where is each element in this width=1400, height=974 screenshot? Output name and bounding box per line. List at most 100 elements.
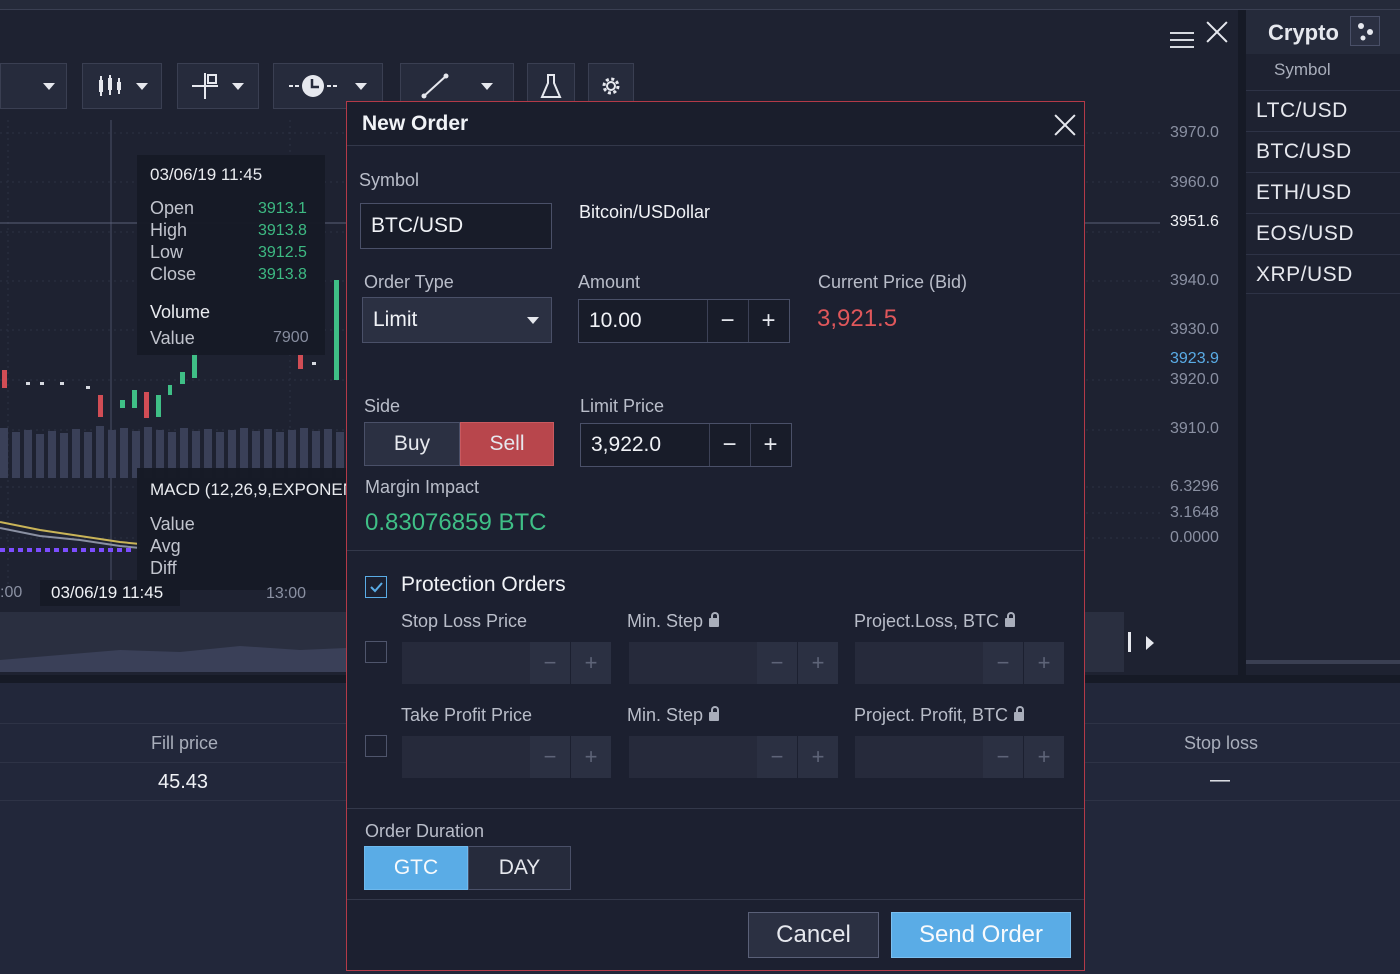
order-type-select[interactable]: Limit bbox=[362, 297, 552, 343]
lock-icon bbox=[1014, 706, 1025, 721]
candles-icon bbox=[99, 75, 121, 96]
macd-value-label: Value bbox=[150, 514, 195, 534]
amount-increment-button[interactable]: + bbox=[748, 300, 788, 342]
chevron-down-icon bbox=[136, 82, 148, 90]
time-cursor-label: 03/06/19 11:45 bbox=[51, 583, 164, 602]
chart-type-dropdown[interactable] bbox=[0, 63, 67, 109]
gear-icon bbox=[602, 77, 620, 95]
sell-button[interactable]: Sell bbox=[460, 422, 554, 466]
crosshair-price: 3951.6 bbox=[1170, 213, 1219, 230]
volume-label: Volume bbox=[150, 302, 211, 322]
close-icon[interactable] bbox=[1053, 113, 1077, 137]
project-profit-input bbox=[855, 736, 983, 778]
order-type-label: Order Type bbox=[364, 272, 454, 292]
lock-icon bbox=[709, 612, 720, 627]
chevron-down-icon bbox=[42, 82, 55, 90]
watchlist-title[interactable]: Crypto bbox=[1268, 20, 1339, 46]
amount-value[interactable]: 10.00 bbox=[589, 309, 642, 333]
watchlist-header: Crypto bbox=[1246, 10, 1400, 54]
day-button[interactable]: DAY bbox=[468, 846, 571, 890]
stop-loss-decrement-button: − bbox=[530, 642, 570, 684]
watchlist-item[interactable]: ETH/USD bbox=[1246, 172, 1400, 212]
watchlist-item[interactable]: BTC/USD bbox=[1246, 131, 1400, 171]
take-profit-checkbox[interactable] bbox=[365, 735, 387, 757]
time-tick-2: 13:00 bbox=[266, 585, 307, 602]
symbol-value: BTC/USD bbox=[371, 214, 464, 237]
limit-price-value[interactable]: 3,922.0 bbox=[591, 433, 661, 457]
watchlist-settings-icon[interactable] bbox=[1350, 16, 1380, 46]
lock-icon bbox=[709, 706, 720, 721]
watchlist-panel: Crypto Symbol LTC/USD BTC/USD ETH/USD EO… bbox=[1238, 10, 1400, 675]
price-tick: 3930.0 bbox=[1170, 321, 1219, 338]
limit-price-increment-button[interactable]: + bbox=[750, 424, 790, 466]
top-strip bbox=[0, 0, 1400, 10]
take-profit-min-step-decrement: − bbox=[757, 736, 797, 778]
crosshair-button[interactable] bbox=[177, 63, 259, 109]
time-tick-left: :00 bbox=[0, 584, 23, 601]
gtc-button[interactable]: GTC bbox=[364, 846, 468, 890]
chevron-down-icon bbox=[355, 82, 367, 90]
current-price-label: Current Price (Bid) bbox=[818, 272, 968, 292]
amount-decrement-button[interactable]: − bbox=[707, 300, 747, 342]
macd-tick: 6.3296 bbox=[1170, 478, 1219, 495]
open-value: 3913.1 bbox=[258, 200, 307, 217]
macd-tick: 0.0000 bbox=[1170, 529, 1219, 546]
current-price-value: 3,921.5 bbox=[817, 305, 898, 332]
stop-loss-input bbox=[402, 642, 530, 684]
order-type-value: Limit bbox=[373, 308, 418, 331]
take-profit-input bbox=[402, 736, 530, 778]
project-profit-increment: + bbox=[1024, 736, 1064, 778]
watchlist-item[interactable]: EOS/USD bbox=[1246, 213, 1400, 253]
price-tick: 3920.0 bbox=[1170, 371, 1219, 388]
candles-button[interactable] bbox=[82, 63, 162, 109]
value-value: 7900 bbox=[273, 329, 309, 346]
take-profit-label: Take Profit Price bbox=[401, 705, 533, 725]
fill-price-cell: 45.43 bbox=[158, 771, 209, 793]
close-chart-icon[interactable] bbox=[1205, 20, 1229, 44]
line-icon bbox=[421, 73, 449, 99]
fill-price-header: Fill price bbox=[151, 733, 219, 753]
limit-price-decrement-button[interactable]: − bbox=[709, 424, 749, 466]
macd-tick: 3.1648 bbox=[1170, 504, 1219, 521]
symbol-label: Symbol bbox=[359, 170, 420, 190]
send-order-button[interactable]: Send Order bbox=[891, 912, 1071, 958]
protection-orders-checkbox[interactable] bbox=[365, 576, 387, 598]
chevron-down-icon bbox=[481, 82, 493, 90]
project-loss-input bbox=[855, 642, 983, 684]
close-label: Close bbox=[150, 264, 197, 284]
stop-loss-min-step-decrement: − bbox=[757, 642, 797, 684]
watchlist-scrollbar[interactable] bbox=[1246, 660, 1400, 664]
lock-icon bbox=[1005, 612, 1016, 627]
min-step-label: Min. Step bbox=[627, 705, 720, 726]
macd-title: MACD (12,26,9,EXPONEN bbox=[150, 480, 356, 499]
watchlist-item[interactable]: LTC/USD bbox=[1246, 90, 1400, 130]
price-tick: 3940.0 bbox=[1170, 272, 1219, 289]
take-profit-decrement-button: − bbox=[530, 736, 570, 778]
watchlist-item[interactable]: XRP/USD bbox=[1246, 254, 1400, 294]
chevron-down-icon bbox=[527, 317, 539, 324]
stop-loss-checkbox[interactable] bbox=[365, 641, 387, 663]
ohlc-date: 03/06/19 11:45 bbox=[150, 165, 263, 184]
price-tick: 3960.0 bbox=[1170, 174, 1219, 191]
amount-stepper[interactable]: 10.00 − + bbox=[578, 299, 790, 343]
limit-price-label: Limit Price bbox=[580, 396, 665, 416]
macd-avg-label: Avg bbox=[150, 536, 181, 556]
close-value: 3913.8 bbox=[258, 266, 307, 283]
side-label: Side bbox=[364, 396, 401, 416]
take-profit-min-step-increment: + bbox=[798, 736, 838, 778]
last-price-tick: 3923.9 bbox=[1170, 350, 1219, 367]
stop-loss-min-step-increment: + bbox=[798, 642, 838, 684]
amount-label: Amount bbox=[578, 272, 641, 292]
divider bbox=[347, 808, 1084, 809]
symbol-input[interactable]: BTC/USD bbox=[360, 203, 552, 249]
cancel-button[interactable]: Cancel bbox=[748, 912, 879, 958]
macd-diff-label: Diff bbox=[150, 558, 177, 578]
dialog-title: New Order bbox=[362, 112, 469, 135]
limit-price-stepper[interactable]: 3,922.0 − + bbox=[580, 423, 792, 467]
menu-icon[interactable] bbox=[1170, 32, 1194, 52]
time-cursor-badge: 03/06/19 11:45 bbox=[40, 580, 180, 606]
project-loss-decrement: − bbox=[983, 642, 1023, 684]
divider bbox=[347, 899, 1084, 900]
watchlist-column-symbol: Symbol bbox=[1274, 60, 1331, 79]
buy-button[interactable]: Buy bbox=[364, 422, 460, 466]
